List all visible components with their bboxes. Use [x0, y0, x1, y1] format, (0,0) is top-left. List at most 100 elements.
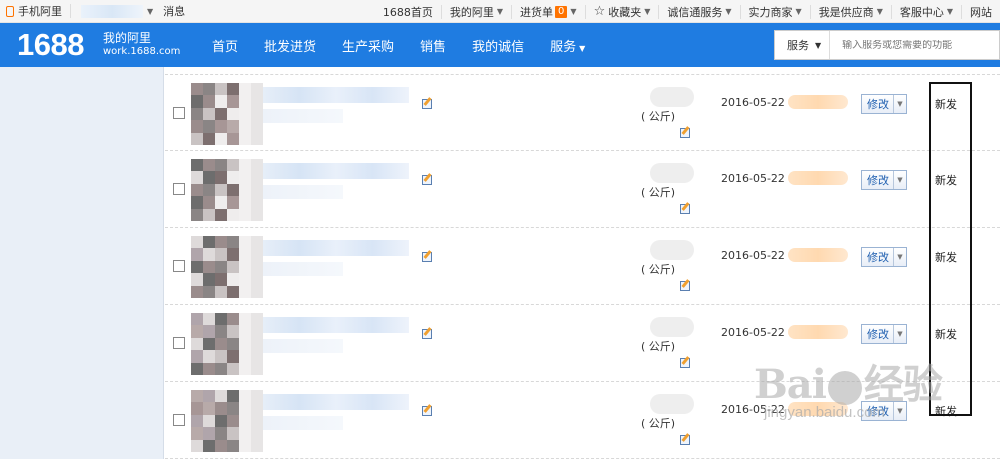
list-item: ( 公斤) 2016-05-22 修改 ▼ 新发: [165, 228, 1000, 305]
chevron-down-icon[interactable]: ▼: [893, 95, 906, 113]
republish-link[interactable]: 新发: [935, 96, 957, 112]
product-thumbnail[interactable]: [191, 159, 263, 221]
edit-icon[interactable]: [422, 406, 432, 416]
chevron-down-icon[interactable]: ▼: [893, 325, 906, 343]
product-title-blurred[interactable]: [263, 240, 409, 256]
quantity-blurred: [650, 394, 694, 414]
list-item: ( 公斤) 2016-05-22 修改 ▼ 新发: [165, 305, 1000, 382]
mobile-ali-link[interactable]: 手机阿里: [0, 4, 71, 18]
price-blurred: [788, 95, 848, 109]
publish-date: 2016-05-22: [721, 249, 785, 262]
product-thumbnail[interactable]: [191, 313, 263, 375]
quantity-blurred: [650, 240, 694, 260]
price-blurred: [788, 248, 848, 262]
nav-sales[interactable]: 销售: [407, 36, 459, 55]
chevron-down-icon: ▼: [795, 7, 802, 16]
chevron-down-icon: ▼: [579, 43, 586, 53]
topbar-link-customer-service[interactable]: 客服中心 ▼: [890, 4, 961, 19]
product-title-blurred[interactable]: [263, 394, 409, 410]
product-thumbnail[interactable]: [191, 236, 263, 298]
price-blurred: [788, 171, 848, 185]
username-blurred[interactable]: [81, 4, 143, 18]
topbar-link-strong-merchant[interactable]: 实力商家 ▼: [739, 4, 810, 19]
chevron-down-icon[interactable]: ▼: [893, 402, 906, 420]
publish-date: 2016-05-22: [721, 172, 785, 185]
quantity-blurred: [650, 87, 694, 107]
product-thumbnail[interactable]: [191, 83, 263, 145]
topbar-link-site[interactable]: 网站: [961, 4, 1000, 19]
edit-icon[interactable]: [422, 175, 432, 185]
product-thumbnail[interactable]: [191, 390, 263, 452]
left-sidebar: [0, 67, 164, 459]
product-list: ( 公斤) 2016-05-22 修改 ▼ 新发 ( 公斤) 2016-05-22…: [165, 67, 1000, 459]
modify-button[interactable]: 修改 ▼: [861, 324, 907, 344]
list-item: ( 公斤) 2016-05-22 修改 ▼ 新发: [165, 74, 1000, 151]
star-icon: ☆: [593, 4, 606, 19]
site-logo[interactable]: 1688: [17, 27, 97, 63]
service-search: 服务 ▼: [774, 30, 1000, 60]
row-checkbox[interactable]: [173, 414, 185, 426]
product-title-blurred[interactable]: [263, 163, 409, 179]
chevron-down-icon: ▼: [644, 7, 651, 16]
search-input[interactable]: [842, 39, 993, 51]
topbar-link-favorites[interactable]: ☆ 收藏夹 ▼: [584, 4, 659, 19]
edit-icon[interactable]: [422, 329, 432, 339]
nav-services[interactable]: 服务 ▼: [537, 36, 598, 55]
row-checkbox[interactable]: [173, 260, 185, 272]
republish-link[interactable]: 新发: [935, 403, 957, 419]
publish-date: 2016-05-22: [721, 96, 785, 109]
modify-button[interactable]: 修改 ▼: [861, 247, 907, 267]
chevron-down-icon: ▼: [570, 7, 577, 16]
product-title-blurred-line2: [263, 339, 343, 353]
search-scope-select[interactable]: 服务 ▼: [775, 31, 831, 59]
nav-home[interactable]: 首页: [199, 36, 251, 55]
main-nav: 首页 批发进货 生产采购 销售 我的诚信 服务 ▼: [199, 36, 598, 55]
quantity-unit: ( 公斤): [641, 186, 676, 199]
messages-link[interactable]: 消息: [163, 3, 185, 19]
topbar-link-cart[interactable]: 进货单 0 ▼: [511, 4, 585, 19]
edit-icon[interactable]: [680, 204, 690, 214]
product-title-blurred-line2: [263, 262, 343, 276]
quantity-unit: ( 公斤): [641, 263, 676, 276]
product-title-blurred-line2: [263, 109, 343, 123]
mobile-ali-label: 手机阿里: [18, 5, 62, 18]
quantity-unit: ( 公斤): [641, 340, 676, 353]
row-checkbox[interactable]: [173, 337, 185, 349]
price-blurred: [788, 402, 848, 416]
nav-my-integrity[interactable]: 我的诚信: [459, 36, 537, 55]
edit-icon[interactable]: [422, 252, 432, 262]
chevron-down-icon: ▼: [815, 40, 822, 50]
publish-date: 2016-05-22: [721, 403, 785, 416]
row-checkbox[interactable]: [173, 107, 185, 119]
product-title-blurred-line2: [263, 185, 343, 199]
chevron-down-icon[interactable]: ▼: [893, 248, 906, 266]
topbar-link-trust-service[interactable]: 诚信通服务 ▼: [658, 4, 739, 19]
nav-procurement[interactable]: 生产采购: [329, 36, 407, 55]
nav-wholesale[interactable]: 批发进货: [251, 36, 329, 55]
modify-button[interactable]: 修改 ▼: [861, 401, 907, 421]
quantity-unit: ( 公斤): [641, 417, 676, 430]
modify-button[interactable]: 修改 ▼: [861, 94, 907, 114]
chevron-down-icon[interactable]: ▼: [147, 7, 153, 16]
row-checkbox[interactable]: [173, 183, 185, 195]
topbar-link-home[interactable]: 1688首页: [375, 5, 441, 19]
product-title-blurred[interactable]: [263, 317, 409, 333]
topbar-link-my-ali[interactable]: 我的阿里 ▼: [440, 4, 511, 19]
modify-button[interactable]: 修改 ▼: [861, 170, 907, 190]
edit-icon[interactable]: [680, 358, 690, 368]
topbar-link-supplier[interactable]: 我是供应商 ▼: [809, 4, 891, 19]
product-title-blurred[interactable]: [263, 87, 409, 103]
site-subtitle: work.1688.com: [103, 46, 181, 57]
republish-link[interactable]: 新发: [935, 249, 957, 265]
quantity-blurred: [650, 317, 694, 337]
site-title-block[interactable]: 我的阿里 work.1688.com: [103, 32, 193, 58]
chevron-down-icon: ▼: [946, 7, 953, 16]
edit-icon[interactable]: [680, 435, 690, 445]
edit-icon[interactable]: [422, 99, 432, 109]
edit-icon[interactable]: [680, 281, 690, 291]
chevron-down-icon[interactable]: ▼: [893, 171, 906, 189]
republish-link[interactable]: 新发: [935, 326, 957, 342]
republish-link[interactable]: 新发: [935, 172, 957, 188]
edit-icon[interactable]: [680, 128, 690, 138]
product-title-blurred-line2: [263, 416, 343, 430]
